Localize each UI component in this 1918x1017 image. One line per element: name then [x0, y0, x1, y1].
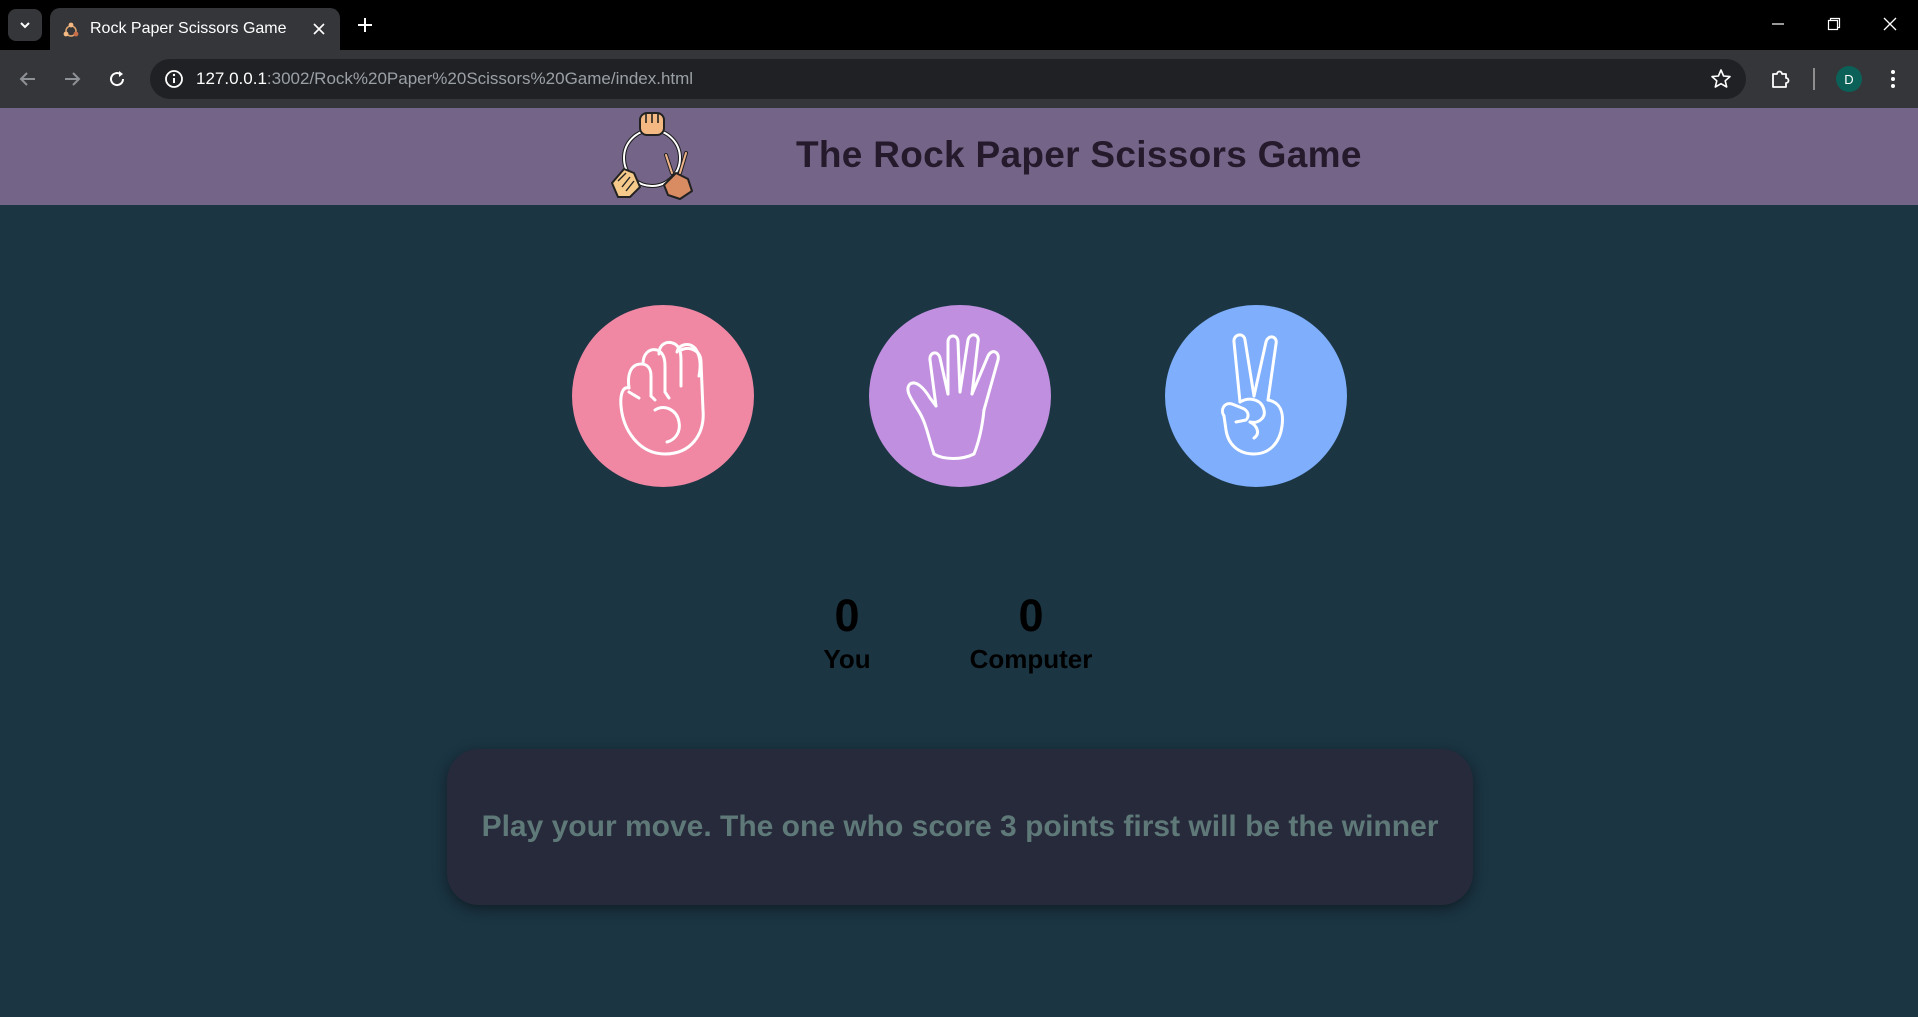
reload-button[interactable]	[103, 65, 131, 93]
computer-score: 0	[1018, 590, 1044, 641]
bookmark-star-icon[interactable]	[1710, 68, 1732, 90]
minimize-icon	[1772, 23, 1784, 25]
game-favicon-icon	[63, 22, 79, 37]
user-score: 0	[834, 590, 860, 641]
browser-tab-bar: Rock Paper Scissors Game	[0, 0, 1918, 50]
paper-hand-icon	[906, 333, 1000, 460]
scissors-choice-button[interactable]	[1165, 305, 1347, 487]
toolbar-divider	[1813, 68, 1815, 90]
active-tab[interactable]: Rock Paper Scissors Game	[50, 8, 340, 50]
game-message: Play your move. The one who score 3 poin…	[481, 810, 1439, 843]
back-button[interactable]	[14, 65, 42, 93]
extensions-icon[interactable]	[1768, 65, 1794, 91]
message-box: Play your move. The one who score 3 poin…	[447, 749, 1473, 905]
restore-button[interactable]	[1814, 8, 1854, 40]
url-host: 127.0.0.1	[196, 69, 267, 88]
rock-paper-scissors-logo-icon	[611, 112, 693, 200]
tab-close-icon[interactable]	[308, 18, 330, 40]
site-info-icon[interactable]	[164, 69, 184, 89]
computer-score-block: 0 Computer	[961, 590, 1101, 674]
close-window-button[interactable]	[1870, 8, 1910, 40]
rock-fist-icon	[619, 340, 705, 456]
plus-icon	[358, 18, 372, 32]
more-vert-icon	[1891, 70, 1895, 88]
close-icon	[1883, 17, 1897, 31]
tab-title: Rock Paper Scissors Game	[90, 20, 287, 37]
computer-score-label: Computer	[969, 644, 1093, 674]
new-tab-button[interactable]	[352, 12, 378, 38]
arrow-right-icon	[65, 72, 81, 86]
address-bar[interactable]: 127.0.0.1:3002/Rock%20Paper%20Scissors%2…	[150, 59, 1746, 99]
game-header: The Rock Paper Scissors Game	[0, 108, 1918, 205]
tab-search-button[interactable]	[8, 9, 42, 41]
paper-choice-button[interactable]	[869, 305, 1051, 487]
page-title: The Rock Paper Scissors Game	[796, 134, 1362, 175]
user-score-label: You	[823, 644, 871, 674]
url-path: :3002/Rock%20Paper%20Scissors%20Game/ind…	[266, 69, 694, 88]
browser-menu-button[interactable]	[1880, 65, 1906, 93]
profile-avatar[interactable]: D	[1836, 66, 1862, 92]
minimize-button[interactable]	[1758, 8, 1798, 40]
arrow-left-icon	[19, 72, 35, 86]
browser-toolbar: 127.0.0.1:3002/Rock%20Paper%20Scissors%2…	[0, 50, 1918, 108]
rock-choice-button[interactable]	[572, 305, 754, 487]
scissors-hand-icon	[1220, 333, 1284, 456]
forward-button[interactable]	[58, 65, 86, 93]
url-text: 127.0.0.1:3002/Rock%20Paper%20Scissors%2…	[196, 69, 693, 89]
restore-icon	[1827, 17, 1841, 31]
user-score-block: 0 You	[817, 590, 877, 674]
chevron-down-icon	[20, 22, 30, 29]
reload-icon	[110, 71, 125, 87]
